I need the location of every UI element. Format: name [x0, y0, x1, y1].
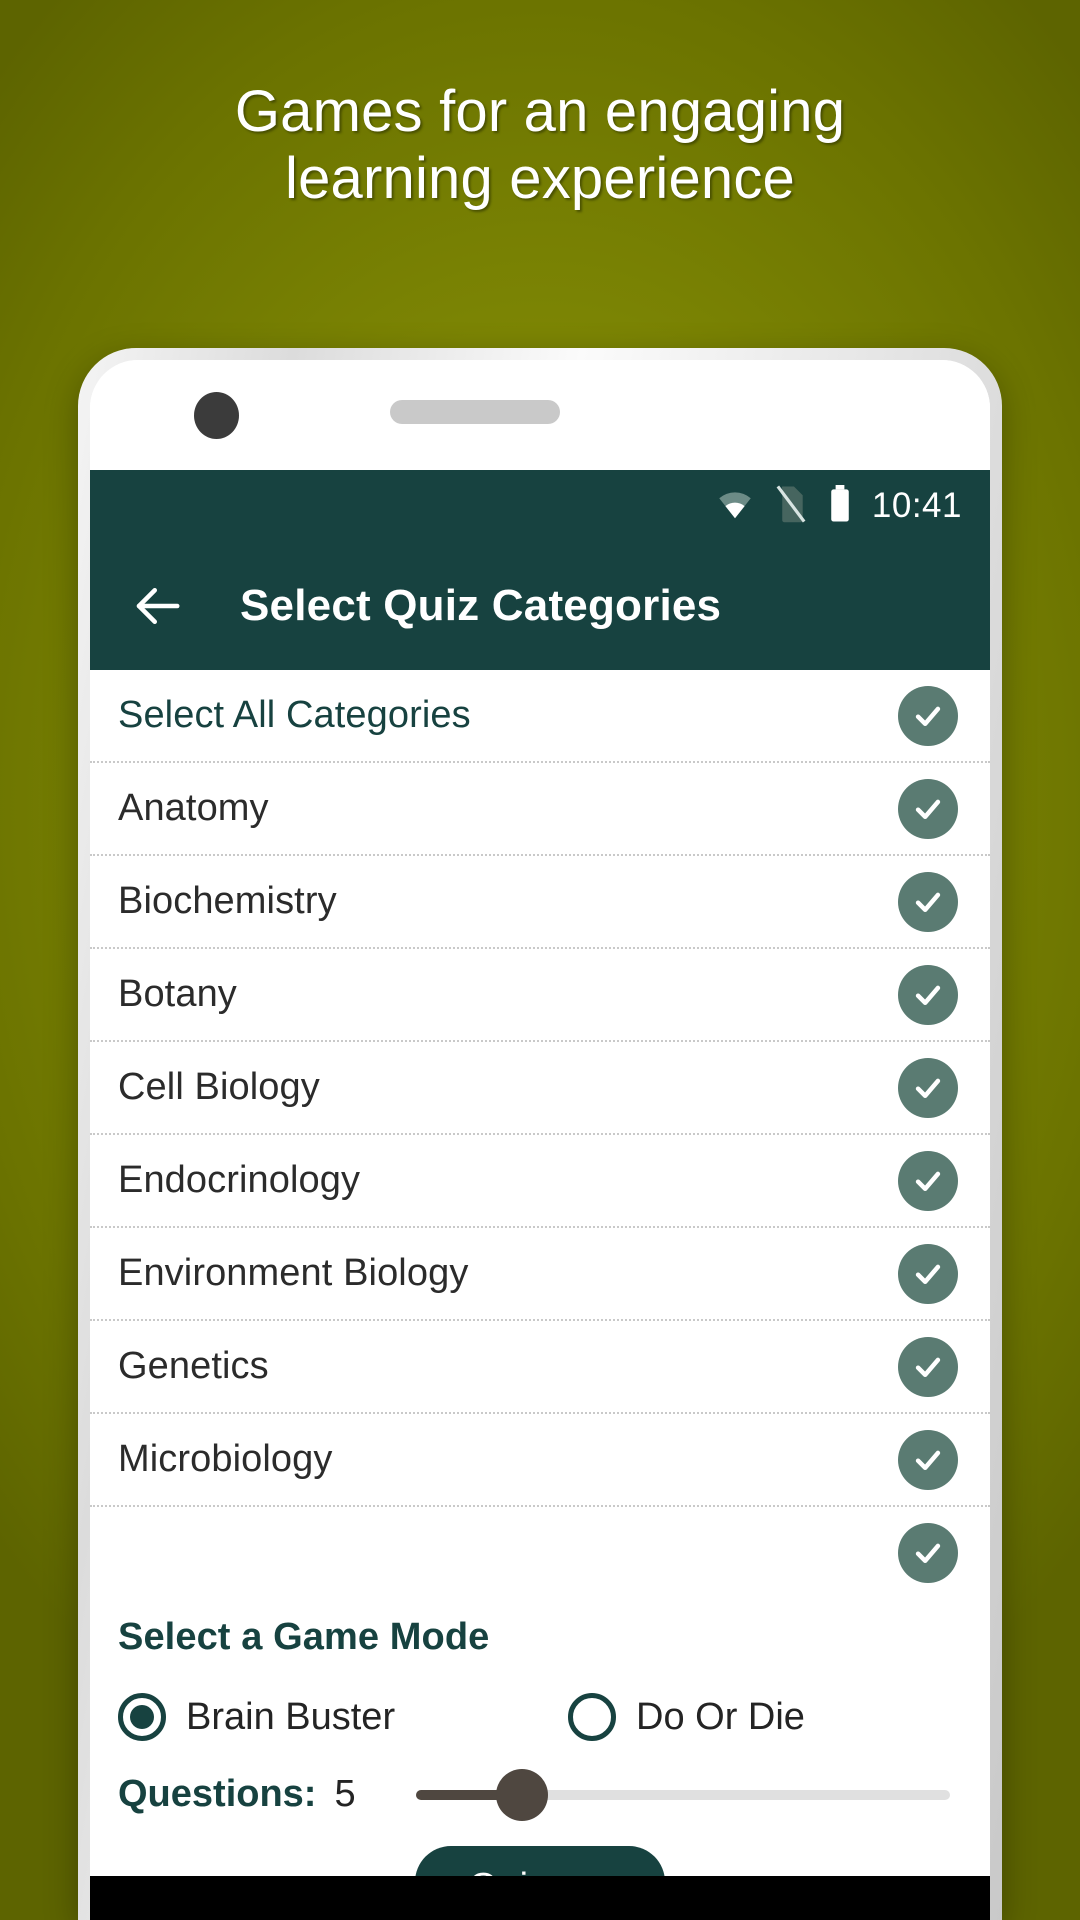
- phone-bezel-top: [90, 360, 990, 470]
- check-circle-icon[interactable]: [898, 964, 958, 1025]
- questions-slider[interactable]: [415, 1768, 950, 1821]
- category-row[interactable]: Endocrinology: [90, 1135, 990, 1228]
- category-row[interactable]: Select All Categories: [90, 670, 990, 763]
- check-circle-icon[interactable]: [898, 871, 958, 932]
- category-row[interactable]: Botany: [90, 949, 990, 1042]
- category-label: Endocrinology: [118, 1159, 361, 1201]
- category-label: Botany: [118, 973, 237, 1015]
- check-circle-icon[interactable]: [898, 1429, 958, 1490]
- battery-icon: [828, 484, 852, 528]
- radio-do-or-die-icon[interactable]: [568, 1693, 616, 1741]
- questions-value: 5: [334, 1773, 356, 1815]
- category-label: Genetics: [118, 1345, 269, 1387]
- category-row[interactable]: Cell Biology: [90, 1042, 990, 1135]
- category-label: Cell Biology: [118, 1066, 320, 1108]
- category-label: Biochemistry: [118, 880, 337, 922]
- check-circle-icon[interactable]: [898, 1243, 958, 1304]
- game-mode-option-brain-buster[interactable]: Brain Buster: [118, 1693, 568, 1741]
- promo-headline-line1: Games for an engaging: [234, 79, 846, 144]
- game-mode-label-do-or-die: Do Or Die: [636, 1695, 805, 1738]
- game-mode-options: Brain Buster Do Or Die: [118, 1693, 962, 1741]
- category-row[interactable]: Environment Biology: [90, 1228, 990, 1321]
- check-circle-icon[interactable]: [898, 778, 958, 839]
- status-bar-clock: 10:41: [871, 486, 962, 525]
- check-circle-icon[interactable]: [898, 1522, 958, 1583]
- android-navigation-bar: [90, 1876, 990, 1920]
- slider-thumb[interactable]: [496, 1768, 549, 1821]
- promo-headline: Games for an engaging learning experienc…: [0, 78, 1080, 213]
- category-label: Select All Categories: [118, 694, 471, 736]
- app-screen: 10:41 Select Quiz Categories Select All …: [90, 470, 990, 1920]
- game-mode-label-brain-buster: Brain Buster: [186, 1695, 396, 1738]
- status-bar: 10:41: [90, 470, 990, 542]
- category-list[interactable]: Select All Categories Anatomy Biochemistry…: [90, 670, 990, 1920]
- check-circle-icon[interactable]: [898, 1336, 958, 1397]
- app-bar: Select Quiz Categories: [90, 542, 990, 670]
- questions-row: Questions: 5: [118, 1768, 962, 1821]
- questions-label: Questions:: [118, 1773, 317, 1815]
- category-label: Anatomy: [118, 787, 269, 829]
- category-row[interactable]: Microbiology: [90, 1414, 990, 1507]
- page-title: Select Quiz Categories: [240, 581, 722, 630]
- phone-frame: 10:41 Select Quiz Categories Select All …: [78, 348, 1002, 1920]
- category-row[interactable]: Biochemistry: [90, 856, 990, 949]
- category-row[interactable]: Genetics: [90, 1321, 990, 1414]
- category-label: Microbiology: [118, 1438, 333, 1480]
- back-arrow-icon[interactable]: [130, 579, 184, 633]
- game-settings-panel: Select a Game Mode Brain Buster Do Or Di…: [90, 1590, 990, 1920]
- game-mode-option-do-or-die[interactable]: Do Or Die: [568, 1693, 805, 1741]
- check-circle-icon[interactable]: [898, 685, 958, 746]
- phone-screen-area: 10:41 Select Quiz Categories Select All …: [90, 360, 990, 1920]
- radio-brain-buster-icon[interactable]: [118, 1693, 166, 1741]
- wifi-icon: [716, 489, 754, 524]
- category-row[interactable]: Anatomy: [90, 763, 990, 856]
- no-sim-icon: [776, 484, 806, 528]
- category-row[interactable]: [90, 1507, 990, 1600]
- front-camera-icon: [194, 392, 239, 439]
- game-mode-title: Select a Game Mode: [118, 1616, 490, 1658]
- promo-headline-line2: learning experience: [284, 146, 796, 212]
- status-bar-icons: [716, 484, 852, 528]
- check-circle-icon[interactable]: [898, 1150, 958, 1211]
- category-label: Environment Biology: [118, 1252, 469, 1294]
- check-circle-icon[interactable]: [898, 1057, 958, 1118]
- earpiece-speaker: [390, 400, 560, 424]
